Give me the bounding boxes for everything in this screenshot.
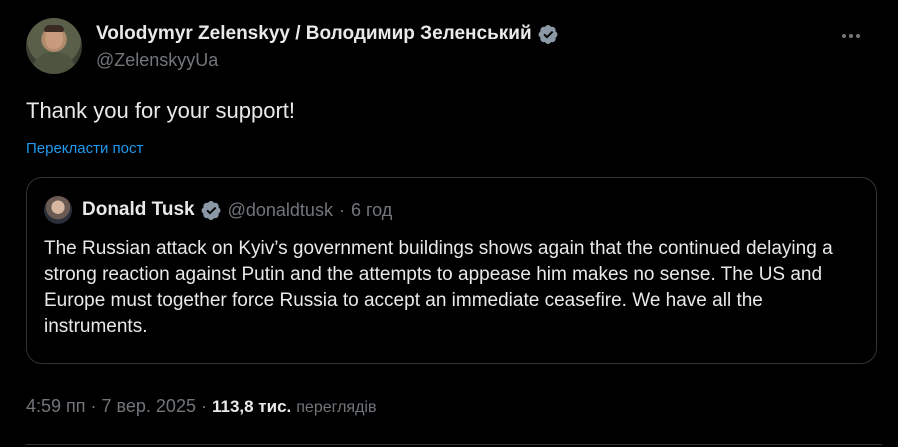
author-handle[interactable]: @ZelenskyyUa bbox=[96, 50, 559, 71]
quoted-tweet-text: The Russian attack on Kyiv’s government … bbox=[44, 238, 833, 337]
quoted-separator: · bbox=[338, 199, 345, 220]
quoted-author-avatar bbox=[44, 196, 72, 224]
quoted-author-display-name: Donald Tusk bbox=[82, 199, 195, 220]
more-horizontal-icon-dot bbox=[849, 34, 853, 38]
meta-separator: · bbox=[200, 396, 207, 416]
views-label: переглядів bbox=[296, 399, 377, 416]
translate-post-link[interactable]: Перекласти пост bbox=[26, 140, 143, 157]
tweet-text: Thank you for your support! bbox=[26, 98, 296, 123]
divider bbox=[26, 444, 882, 445]
author-display-name[interactable]: Volodymyr Zelenskyy / Володимир Зеленськ… bbox=[96, 23, 532, 45]
quoted-timestamp: 6 год bbox=[350, 199, 393, 220]
author-names: Volodymyr Zelenskyy / Володимир Зеленськ… bbox=[96, 22, 559, 71]
quoted-tweet-header: Donald Tusk @donaldtusk · 6 год bbox=[44, 196, 392, 224]
quoted-tweet-card[interactable]: Donald Tusk @donaldtusk · 6 год The Russ… bbox=[26, 177, 877, 364]
verified-badge-icon bbox=[538, 24, 558, 44]
avatar-shirt bbox=[32, 52, 76, 74]
more-horizontal-icon-dot bbox=[856, 34, 860, 38]
author-avatar[interactable] bbox=[26, 18, 82, 74]
tweet-header: Volodymyr Zelenskyy / Володимир Зеленськ… bbox=[26, 18, 882, 80]
views-count: 113,8 тис. bbox=[211, 397, 292, 416]
verified-badge-icon bbox=[201, 200, 221, 220]
more-horizontal-icon bbox=[842, 34, 846, 38]
avatar-hair bbox=[44, 25, 64, 32]
tweet-meta: 4:59 пп · 7 вер. 2025 · 113,8 тис. перег… bbox=[26, 396, 376, 417]
display-name-row: Volodymyr Zelenskyy / Володимир Зеленськ… bbox=[96, 22, 559, 46]
more-options-button[interactable] bbox=[836, 26, 866, 46]
tweet-timestamp[interactable]: 4:59 пп · 7 вер. 2025 bbox=[26, 396, 196, 417]
quoted-author-handle: @donaldtusk bbox=[227, 199, 333, 220]
